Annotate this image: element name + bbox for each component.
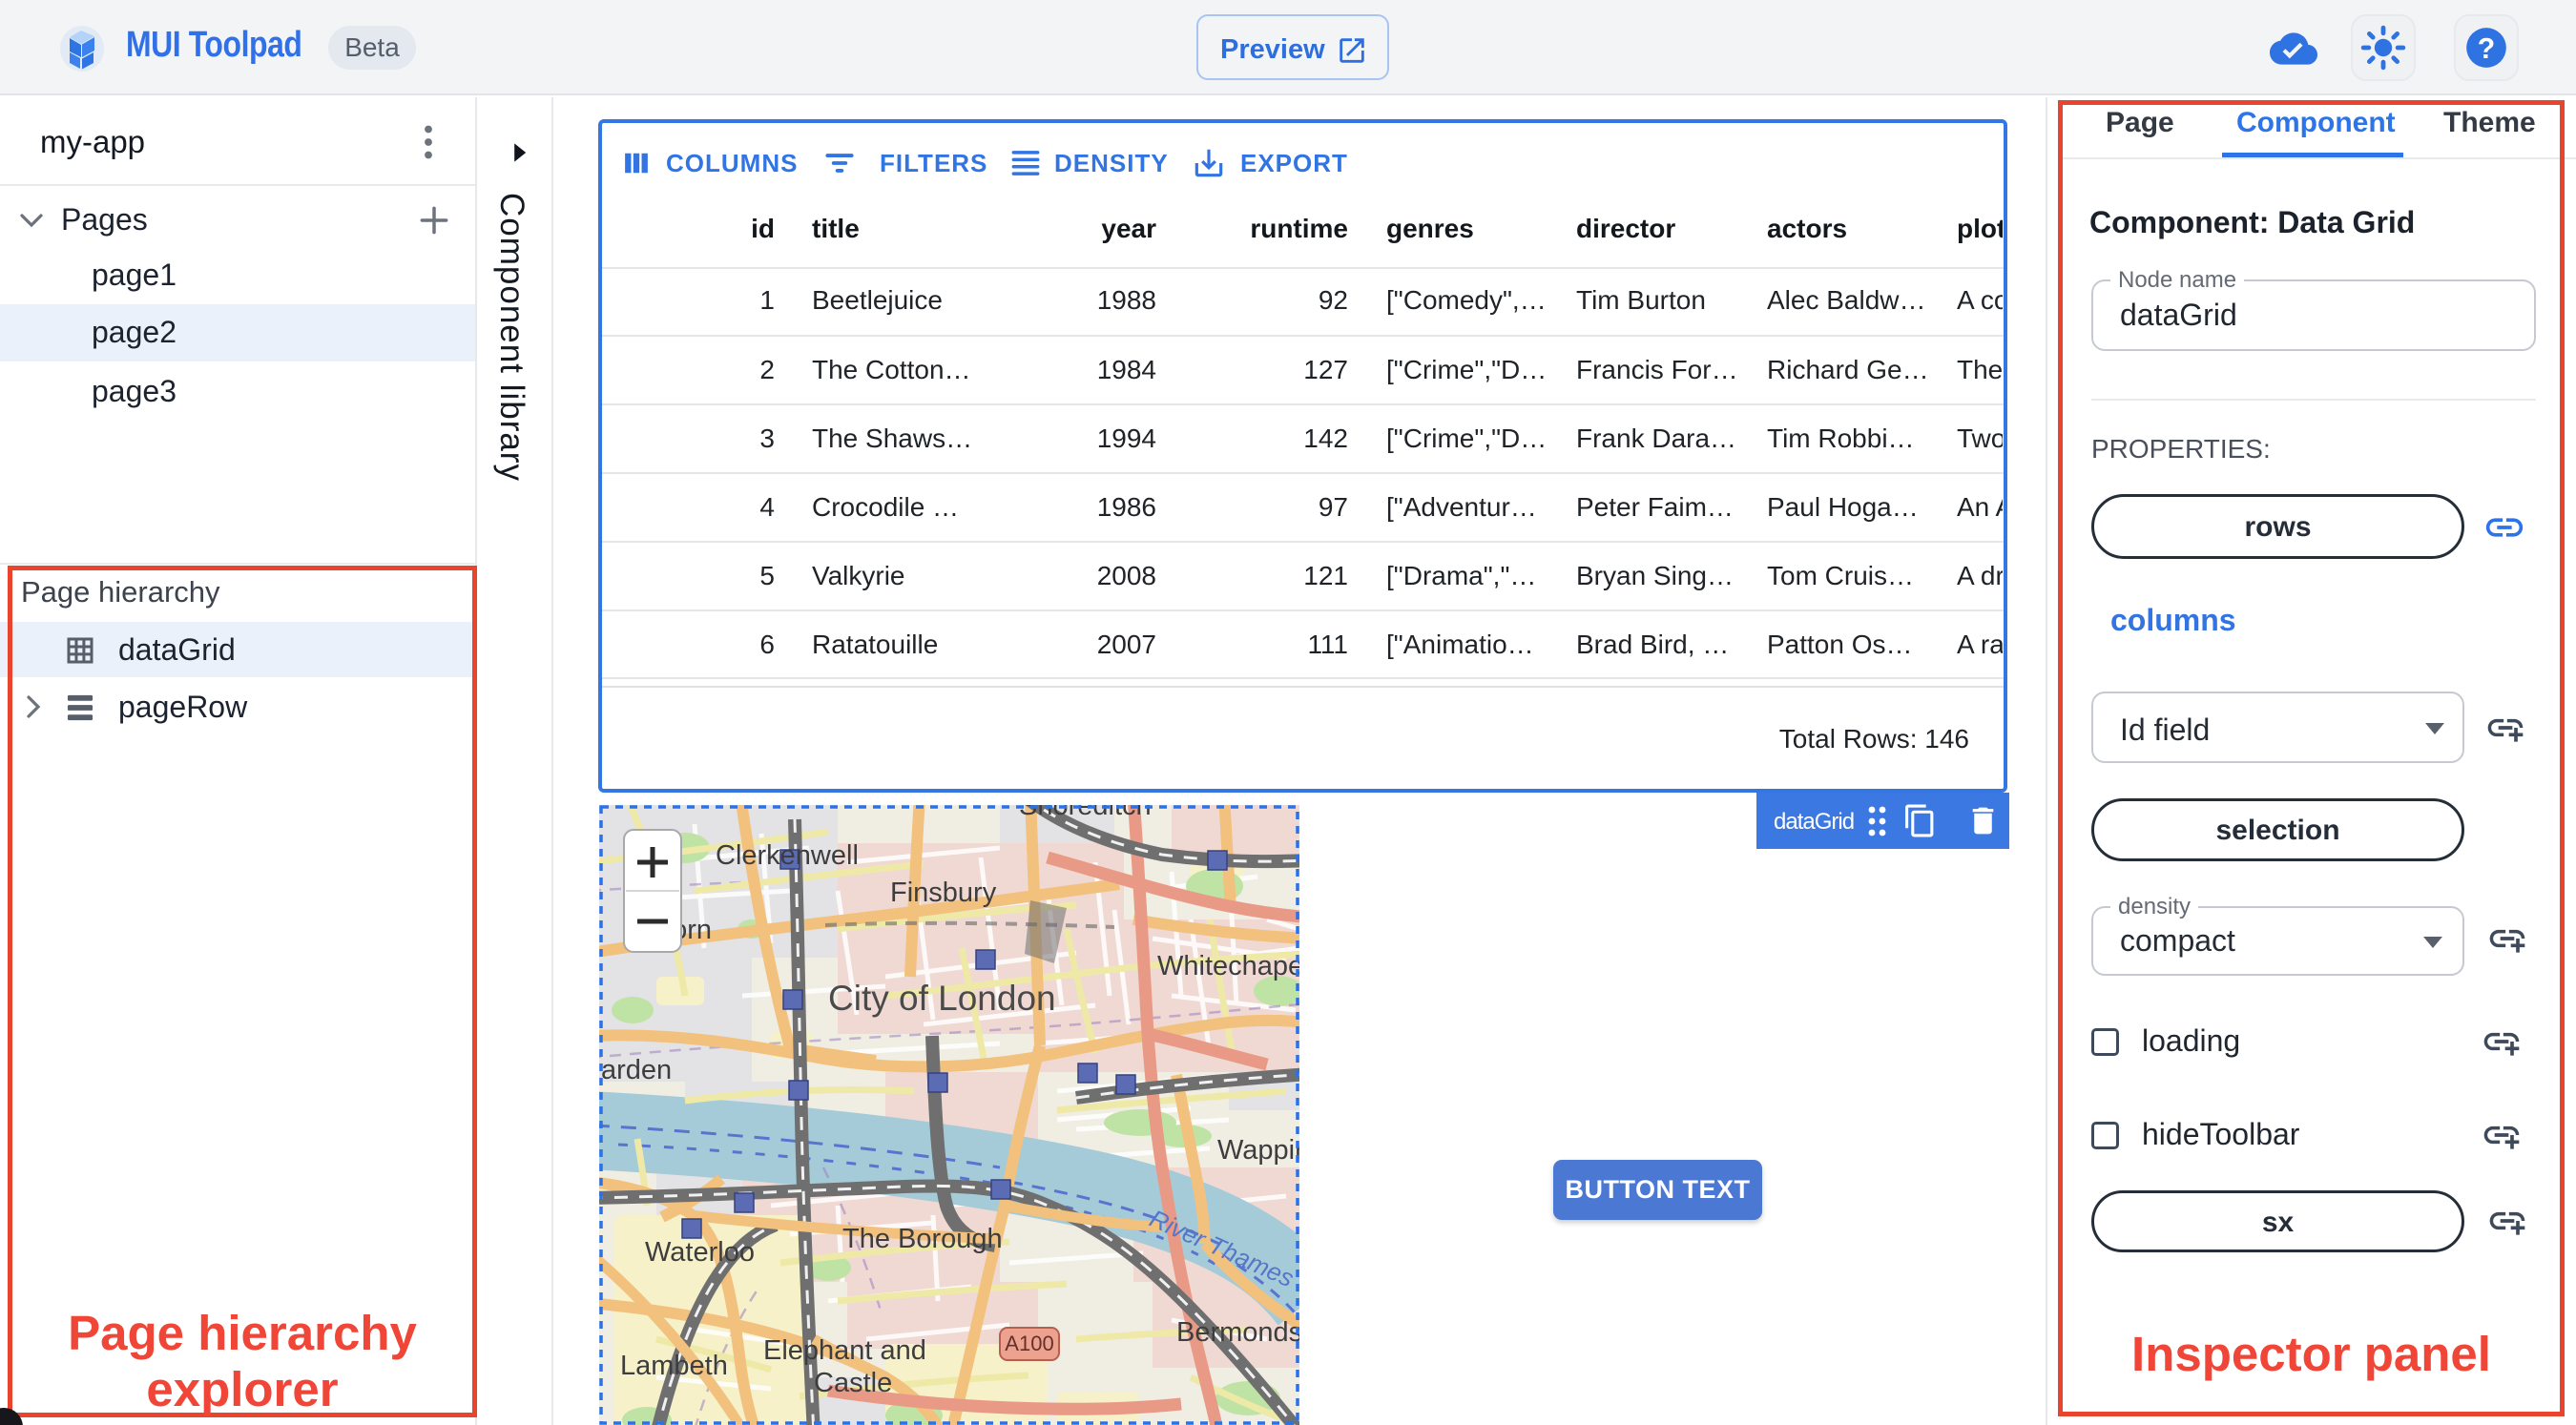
svg-text:Wapping: Wapping (1217, 1135, 1299, 1166)
svg-text:A100: A100 (1005, 1332, 1053, 1355)
svg-text:?: ? (2478, 33, 2495, 65)
svg-text:Elephant and: Elephant and (763, 1335, 926, 1366)
svg-text:Whitechapel: Whitechapel (1157, 951, 1299, 981)
svg-text:Finsbury: Finsbury (890, 878, 997, 908)
svg-text:Clerkenwell: Clerkenwell (716, 840, 859, 871)
svg-text:Castle: Castle (814, 1368, 892, 1398)
svg-text:Waterloo: Waterloo (645, 1237, 755, 1268)
svg-text:Bermondse: Bermondse (1176, 1317, 1299, 1348)
svg-text:arden: arden (601, 1055, 672, 1085)
svg-text:Lambeth: Lambeth (620, 1351, 728, 1381)
svg-text:The Borough: The Borough (842, 1224, 1003, 1254)
svg-text:City of London: City of London (828, 979, 1056, 1018)
